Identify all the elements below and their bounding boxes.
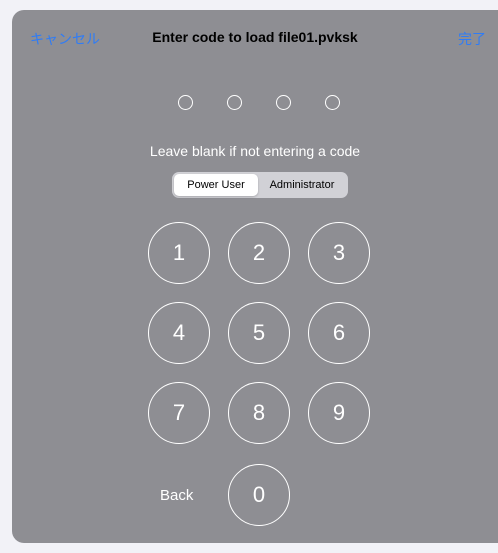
done-button[interactable]: 完了 bbox=[458, 29, 486, 49]
key-6[interactable]: 6 bbox=[308, 302, 370, 364]
code-dot-4 bbox=[325, 95, 340, 110]
key-9[interactable]: 9 bbox=[308, 382, 370, 444]
segment-power-user[interactable]: Power User bbox=[174, 174, 258, 196]
segment-administrator[interactable]: Administrator bbox=[258, 174, 346, 196]
code-dot-3 bbox=[276, 95, 291, 110]
key-7[interactable]: 7 bbox=[148, 382, 210, 444]
hint-text: Leave blank if not entering a code bbox=[149, 143, 361, 159]
code-indicator bbox=[178, 95, 340, 110]
key-8[interactable]: 8 bbox=[228, 382, 290, 444]
role-segmented-control: Power User Administrator bbox=[172, 172, 348, 198]
key-0[interactable]: 0 bbox=[228, 464, 290, 526]
back-button[interactable]: Back bbox=[160, 487, 193, 504]
key-1[interactable]: 1 bbox=[148, 222, 210, 284]
passcode-sheet: キャンセル Enter code to load file01.pvksk 完了… bbox=[12, 10, 498, 543]
code-dot-1 bbox=[178, 95, 193, 110]
code-dot-2 bbox=[227, 95, 242, 110]
key-3[interactable]: 3 bbox=[308, 222, 370, 284]
dialog-title: Enter code to load file01.pvksk bbox=[152, 29, 358, 45]
key-4[interactable]: 4 bbox=[148, 302, 210, 364]
key-2[interactable]: 2 bbox=[228, 222, 290, 284]
key-5[interactable]: 5 bbox=[228, 302, 290, 364]
